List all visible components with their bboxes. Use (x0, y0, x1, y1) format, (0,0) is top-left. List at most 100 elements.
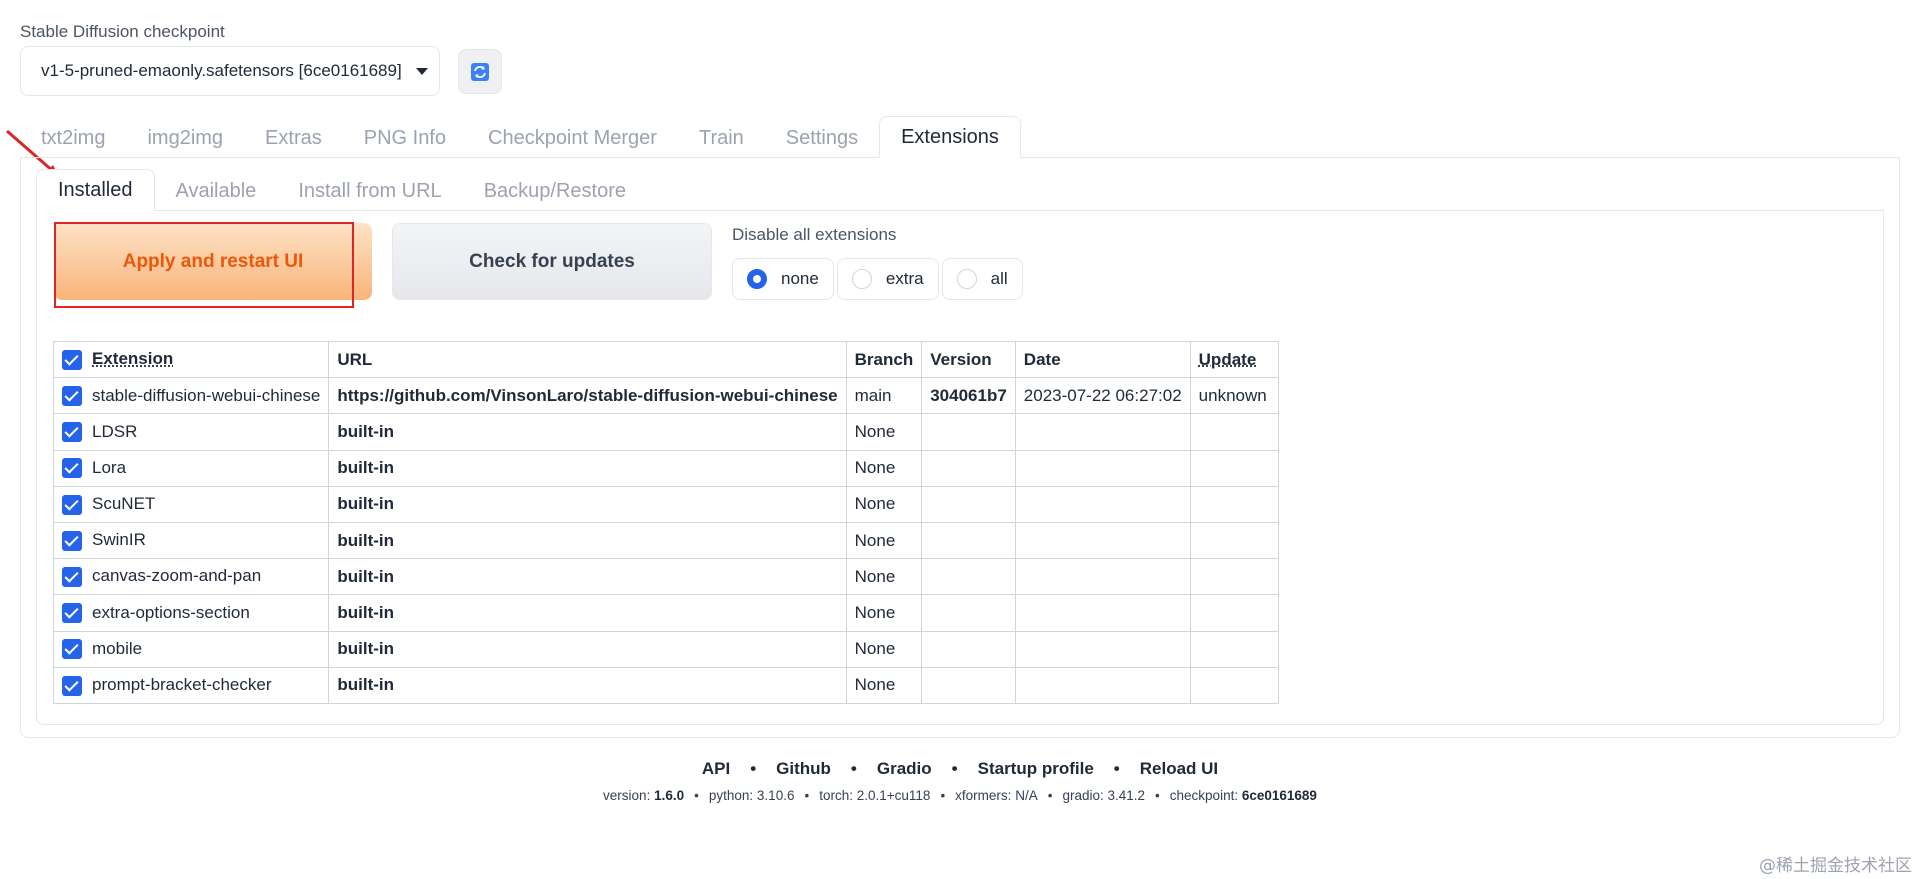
extension-enabled-checkbox[interactable] (62, 603, 82, 624)
tab-png-info[interactable]: PNG Info (343, 116, 467, 158)
header-extension[interactable]: Extension (52, 340, 330, 379)
tab-img2img[interactable]: img2img (126, 116, 244, 158)
date-cell (1014, 485, 1191, 523)
radio-option-extra[interactable]: extra (836, 258, 939, 300)
tab-txt2img[interactable]: txt2img (20, 116, 126, 158)
extension-name: mobile (92, 638, 143, 658)
radio-button[interactable] (956, 269, 977, 289)
subtab-available[interactable]: Available (155, 169, 278, 211)
table-header-row: Extension URL Branch Version Date Update (52, 340, 1279, 379)
extension-enabled-checkbox[interactable] (62, 458, 82, 479)
radio-option-all[interactable]: all (941, 258, 1023, 300)
branch-cell: None (845, 449, 923, 487)
subtab-backup-restore[interactable]: Backup/Restore (463, 169, 647, 211)
tab-extras[interactable]: Extras (244, 116, 343, 158)
refresh-icon (471, 62, 489, 81)
update-cell (1189, 485, 1279, 523)
tab-train[interactable]: Train (678, 116, 765, 158)
date-cell (1014, 413, 1191, 451)
footer-info-key: xformers: (955, 788, 1012, 803)
extension-name: SwinIR (92, 530, 146, 550)
update-cell (1189, 558, 1279, 596)
footer-info-separator: • (1047, 788, 1053, 803)
extension-enabled-checkbox[interactable] (62, 675, 82, 696)
extension-enabled-checkbox[interactable] (62, 422, 82, 443)
extension-name: canvas-zoom-and-pan (92, 566, 262, 586)
version-cell (921, 521, 1016, 560)
extension-enabled-checkbox[interactable] (62, 530, 82, 551)
radio-button[interactable] (851, 269, 872, 289)
header-date: Date (1014, 340, 1191, 379)
branch-cell: None (845, 558, 923, 596)
extension-name-cell: Lora (52, 449, 330, 487)
table-row: stable-diffusion-webui-chinese https://gi… (52, 377, 1279, 415)
footer-link-gradio[interactable]: Gradio (877, 759, 932, 778)
table-row: LDSR built-in None (52, 413, 1279, 451)
url-cell: built-in (328, 666, 847, 704)
tab-extensions[interactable]: Extensions (879, 116, 1021, 158)
update-cell: unknown (1189, 377, 1279, 415)
extension-sub-tabs: Installed Available Install from URL Backup… (36, 169, 647, 211)
version-cell (921, 449, 1016, 487)
tab-checkpoint-merger[interactable]: Checkpoint Merger (467, 116, 678, 158)
url-cell: built-in (328, 594, 847, 632)
subtab-install-from-url[interactable]: Install from URL (277, 169, 462, 211)
extension-enabled-checkbox[interactable] (62, 494, 82, 515)
tab-settings[interactable]: Settings (765, 116, 879, 158)
update-cell (1189, 449, 1279, 487)
footer-link-reload-ui[interactable]: Reload UI (1140, 759, 1218, 778)
version-cell (921, 558, 1016, 596)
url-cell: built-in (328, 449, 847, 487)
update-cell (1189, 521, 1279, 560)
extension-name: prompt-bracket-checker (92, 675, 272, 695)
update-cell (1189, 594, 1279, 632)
header-version: Version (921, 340, 1016, 379)
footer-separator: • (850, 759, 857, 778)
version-cell (921, 413, 1016, 451)
extension-name-cell: ScuNET (52, 485, 330, 523)
footer-separator: • (750, 759, 757, 778)
branch-cell: None (845, 594, 923, 632)
date-cell (1014, 521, 1191, 560)
extension-name: ScuNET (92, 494, 156, 514)
branch-cell: None (845, 485, 923, 523)
update-cell (1189, 630, 1279, 668)
header-branch: Branch (845, 340, 923, 379)
footer-link-github[interactable]: Github (776, 759, 831, 778)
extension-enabled-checkbox[interactable] (62, 566, 82, 587)
watermark: @稀土掘金技术社区 (1759, 856, 1912, 876)
checkpoint-dropdown[interactable]: v1-5-pruned-emaonly.safetensors [6ce0161… (20, 46, 440, 96)
annotation-highlight-box (54, 222, 354, 308)
date-cell (1014, 594, 1191, 632)
header-update[interactable]: Update (1189, 340, 1279, 379)
extension-name: LDSR (92, 421, 138, 441)
subtab-installed[interactable]: Installed (36, 169, 155, 211)
extension-name: stable-diffusion-webui-chinese (92, 385, 321, 405)
footer-info-value: 1.6.0 (654, 788, 685, 803)
url-cell: built-in (328, 630, 847, 668)
url-cell: built-in (328, 558, 847, 596)
extension-name-cell: prompt-bracket-checker (52, 666, 330, 704)
radio-option-none[interactable]: none (732, 258, 834, 300)
footer-version-info: version: 1.6.0 • python: 3.10.6 • torch: 2.0… (0, 788, 1920, 803)
extension-name: extra-options-section (92, 602, 250, 622)
check-for-updates-button[interactable]: Check for updates (392, 223, 712, 300)
footer-info-key: torch: (819, 788, 853, 803)
footer-link-startup-profile[interactable]: Startup profile (978, 759, 1094, 778)
footer-info-value: 2.0.1+cu118 (856, 788, 931, 803)
extension-enabled-checkbox[interactable] (62, 639, 82, 660)
radio-button[interactable] (747, 269, 767, 289)
date-cell (1014, 558, 1191, 596)
radio-label: extra (885, 269, 924, 288)
refresh-checkpoint-button[interactable] (458, 49, 502, 94)
select-all-checkbox[interactable] (62, 349, 82, 370)
table-row: extra-options-section built-in None (52, 594, 1279, 632)
extensions-table: Extension URL Branch Version Date Update… (52, 340, 1279, 704)
footer-info-separator: • (940, 788, 946, 803)
extension-enabled-checkbox[interactable] (62, 386, 82, 407)
footer-link-api[interactable]: API (702, 759, 730, 778)
footer-info-separator: • (1155, 788, 1160, 803)
footer-links: API • Github • Gradio • Startup profile • Reload… (0, 759, 1920, 779)
extension-name: Lora (92, 457, 127, 477)
extension-name-cell: mobile (52, 630, 330, 668)
